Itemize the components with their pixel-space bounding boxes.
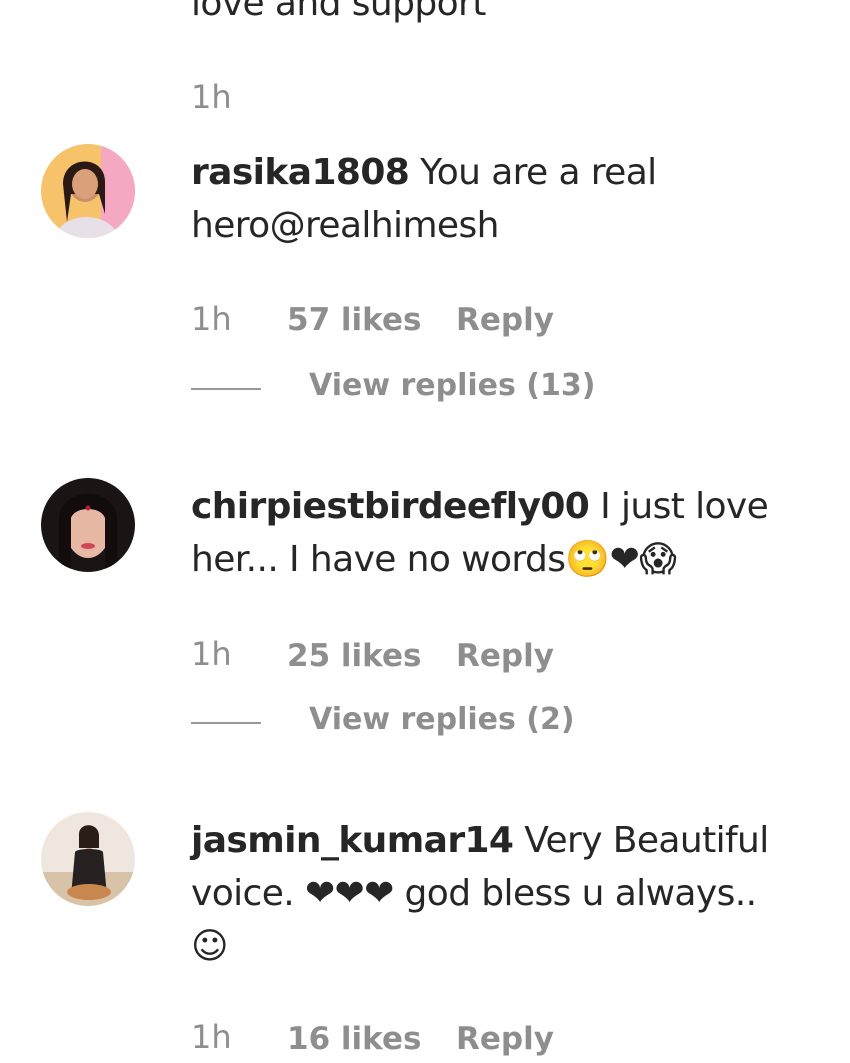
comment-body-line1: Very Beautiful (513, 820, 769, 861)
emoji-eye-roll: 🙄 (565, 539, 610, 580)
heart-icon: ❤❤❤ (304, 873, 394, 914)
comment-text-tail: love and support (191, 0, 486, 24)
comment-body-line1: I just love (589, 486, 769, 527)
view-replies-button[interactable]: View replies (2) (309, 702, 575, 737)
comment-time: 1h (191, 300, 232, 338)
partial-comment-time: 1h (191, 78, 232, 116)
comment-body-line2: her... I have no words (191, 539, 566, 580)
avatar[interactable] (41, 812, 135, 906)
replies-divider (191, 388, 261, 390)
avatar[interactable] (41, 478, 135, 572)
avatar-image (41, 478, 135, 572)
reply-button[interactable]: Reply (456, 302, 554, 338)
comment-text: jasmin_kumar14 Very Beautiful voice. ❤❤❤… (191, 814, 831, 973)
avatar-image (41, 144, 135, 238)
comment-body-line2b: god bless u always.. (393, 873, 758, 914)
reply-button[interactable]: Reply (456, 638, 554, 674)
comment-time: 1h (191, 1018, 232, 1056)
comment-text: rasika1808 You are a real hero@realhimes… (191, 146, 831, 252)
heart-icon: ❤ (609, 539, 640, 580)
comment-username[interactable]: jasmin_kumar14 (191, 820, 514, 861)
comment-body-line2a: voice. (191, 873, 305, 914)
replies-divider (191, 722, 261, 724)
avatar-image (41, 812, 135, 906)
likes-count[interactable]: 16 likes (287, 1021, 421, 1057)
view-replies-button[interactable]: View replies (13) (309, 368, 595, 403)
comment-username[interactable]: chirpiestbirdeefly00 (191, 486, 590, 527)
emoji-scream: 😱 (639, 539, 677, 580)
likes-count[interactable]: 25 likes (287, 638, 421, 674)
comment-time: 1h (191, 635, 232, 673)
comment-text: chirpiestbirdeefly00 I just love her... … (191, 480, 831, 586)
avatar[interactable] (41, 144, 135, 238)
partial-comment-text: love and support (191, 0, 831, 30)
smile-icon: ☺ (191, 926, 229, 967)
likes-count[interactable]: 57 likes (287, 302, 421, 338)
comment-username[interactable]: rasika1808 (191, 152, 410, 193)
reply-button[interactable]: Reply (456, 1021, 554, 1057)
